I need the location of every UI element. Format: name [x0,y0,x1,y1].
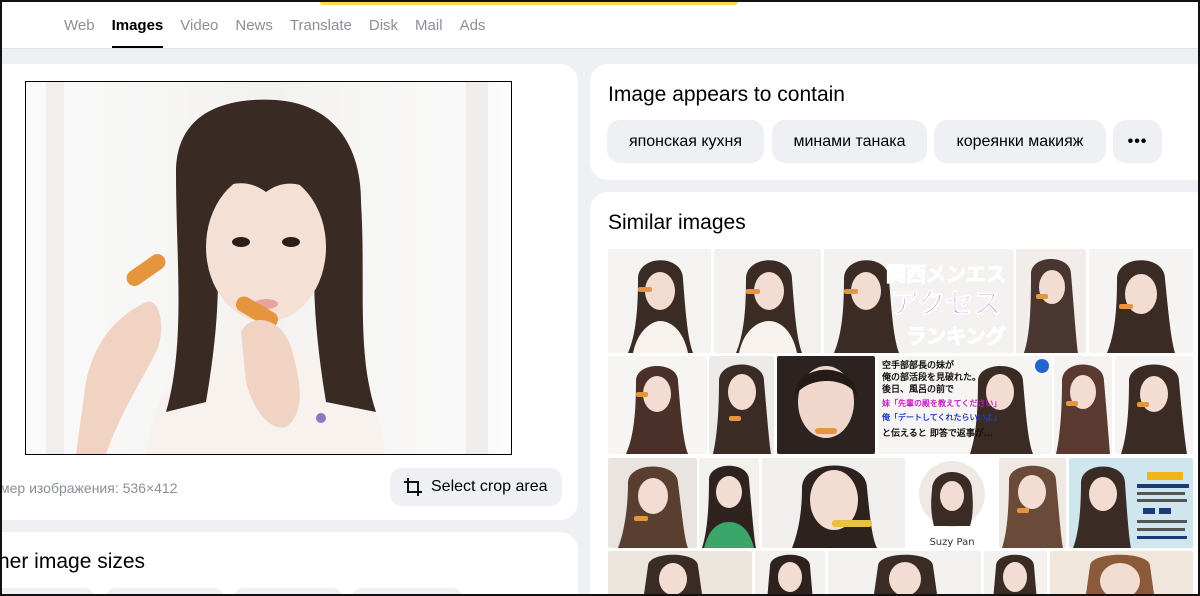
size-option[interactable] [352,588,462,594]
tab-web[interactable]: Web [64,2,95,48]
meme-line5: 俺「デートしてくれたらいいよ」 [881,412,1001,422]
service-tabs: Web Images Video News Translate Disk Mai… [64,2,502,48]
tab-mail[interactable]: Mail [415,2,443,48]
tag-chip[interactable]: минами танака [772,120,927,163]
other-sizes-title: her image sizes [0,550,146,573]
meme-line1: 空手部部長の妹が [882,359,955,371]
similar-image-thumb[interactable] [608,458,697,548]
similar-image-thumb[interactable] [699,458,759,548]
thumb-caption: Suzy Pan [929,537,974,548]
similar-image-thumb[interactable] [608,551,752,594]
similar-image-thumb[interactable] [1069,458,1193,548]
similar-image-thumb[interactable] [999,458,1066,548]
meme-line3: 後日、風呂の前で [882,383,954,395]
similar-image-thumb[interactable] [608,249,711,353]
similar-image-thumb[interactable] [709,356,774,454]
tab-images[interactable]: Images [111,2,163,48]
crop-icon [404,478,422,496]
similar-image-thumb[interactable] [1016,249,1086,353]
tab-video[interactable]: Video [180,2,218,48]
similar-image-thumb[interactable] [828,551,981,594]
banner-line2: アクセス [891,287,1002,320]
similar-images-title: Similar images [608,211,746,234]
tab-translate[interactable]: Translate [290,2,352,48]
similar-image-thumb[interactable] [714,249,821,353]
tag-chip[interactable]: кореянки макияж [934,120,1106,163]
browser-frame: Web Images Video News Translate Disk Mai… [0,0,1200,596]
similar-image-thumb[interactable] [1089,249,1193,353]
tab-news[interactable]: News [235,2,273,48]
size-option[interactable] [234,588,342,594]
meme-line2: 俺の部活段を見破れた。 [881,371,981,383]
top-navigation-bar: Web Images Video News Translate Disk Mai… [2,2,1198,49]
similar-image-thumb[interactable] [1054,356,1112,454]
more-tags-button[interactable]: ••• [1113,120,1162,163]
size-option[interactable] [2,588,94,594]
banner-line1: 関西メンエス [886,262,1006,286]
similar-image-thumb[interactable] [608,356,707,454]
tab-disk[interactable]: Disk [369,2,398,48]
size-option[interactable] [106,588,224,594]
similar-image-thumb[interactable] [984,551,1047,594]
similar-image-thumb[interactable] [762,458,905,548]
banner-line3: ランキング [906,324,1005,348]
similar-image-thumb[interactable] [1115,356,1193,454]
similar-image-thumb[interactable] [777,356,875,454]
select-crop-area-button[interactable]: Select crop area [390,468,562,506]
tag-chip[interactable]: японская кухня [607,120,764,163]
similar-image-meme[interactable]: 空手部部長の妹が 俺の部活段を見破れた。 後日、風呂の前で 妹「先輩の殿を教えて… [878,356,1052,454]
crop-button-label: Select crop area [431,478,548,495]
meme-line6: と伝えると 即答で返事が… [882,427,993,439]
meme-line4: 妹「先輩の殿を教えてください」 [881,398,1001,408]
similar-image-banner[interactable]: 関西メンエス アクセス ランキング [824,249,1014,353]
query-image[interactable] [25,81,512,455]
image-contains-title: Image appears to contain [608,83,845,106]
similar-image-thumb[interactable] [1050,551,1193,594]
similar-image-thumb[interactable] [755,551,825,594]
tab-ads[interactable]: Ads [460,2,486,48]
image-size-label: мер изображения: 536×412 [0,480,178,496]
similar-image-thumb[interactable]: Suzy Pan [908,458,997,548]
